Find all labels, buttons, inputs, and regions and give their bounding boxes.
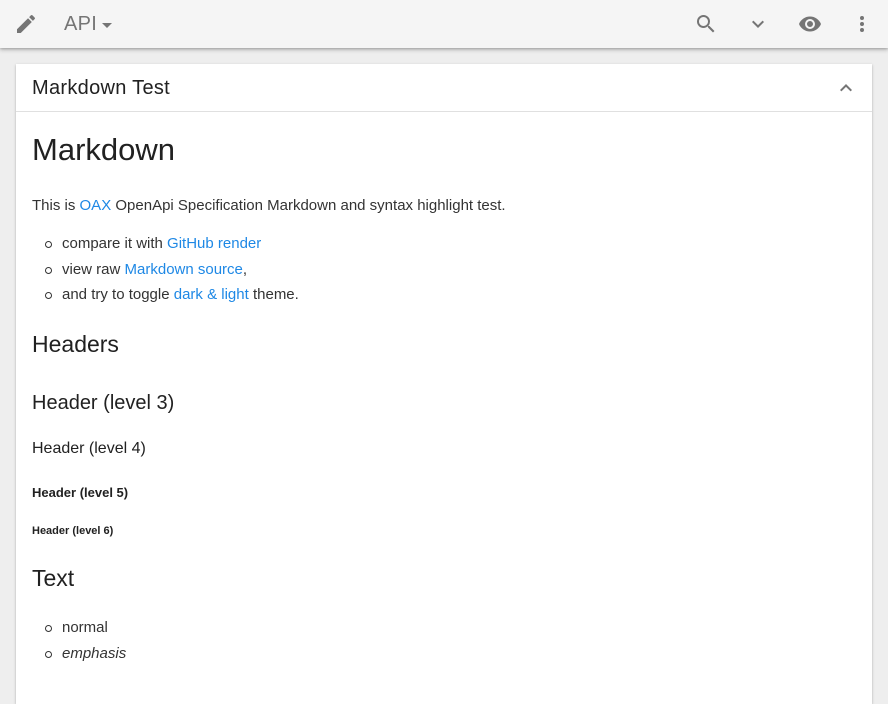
markdown-card: Markdown Test Markdown This is OAX OpenA…	[16, 64, 872, 704]
heading-text: Text	[32, 565, 75, 591]
heading-markdown: Markdown	[32, 132, 175, 167]
oax-link[interactable]: OAX	[80, 197, 112, 214]
collapse-button[interactable]	[834, 76, 858, 100]
more-options-button[interactable]	[846, 8, 878, 40]
list-item: normal	[32, 618, 126, 644]
api-label: API	[64, 12, 98, 35]
edit-button[interactable]	[10, 8, 42, 40]
bullet-icon	[45, 241, 52, 248]
list-item-prefix: view raw	[62, 260, 125, 278]
heading-level-5: Header (level 5)	[32, 485, 129, 500]
list-item-prefix: compare it with	[62, 235, 168, 252]
bullet-icon	[45, 625, 52, 632]
heading-level-3: Header (level 3)	[32, 392, 175, 414]
pencil-icon	[17, 14, 36, 34]
text-emphasis: emphasis	[62, 644, 127, 662]
api-selector[interactable]: API	[64, 10, 113, 38]
list-item: view raw Markdown source,	[32, 260, 299, 286]
list-item: compare it with GitHub render	[32, 234, 299, 260]
intro-paragraph: This is OAX OpenApi Specification Markdo…	[32, 197, 506, 214]
list-item: and try to toggle dark & light theme.	[32, 285, 299, 311]
theme-toggle-link[interactable]: dark & light	[174, 286, 249, 303]
card-header[interactable]: Markdown Test	[16, 64, 872, 112]
chevron-down-icon	[752, 20, 764, 28]
search-icon	[697, 15, 715, 33]
markdown-source-link[interactable]: Markdown source	[125, 261, 243, 278]
card-title: Markdown Test	[32, 77, 171, 99]
heading-level-6: Header (level 6)	[32, 525, 114, 537]
github-render-link[interactable]: GitHub render	[167, 235, 261, 252]
search-button[interactable]	[690, 8, 722, 40]
app-toolbar: API	[0, 0, 888, 48]
chevron-up-icon	[840, 84, 852, 92]
more-vert-icon	[860, 16, 864, 32]
intro-list: compare it with GitHub render view raw M…	[32, 234, 299, 311]
text-normal: normal	[62, 619, 108, 636]
list-item: emphasis	[32, 644, 126, 670]
heading-level-4: Header (level 4)	[32, 440, 146, 457]
expand-all-button[interactable]	[742, 8, 774, 40]
eye-icon	[799, 16, 821, 32]
bullet-icon	[45, 266, 52, 274]
text-list: normal emphasis	[32, 618, 126, 669]
bullet-icon	[45, 292, 52, 299]
list-item-prefix: and try to toggle	[62, 286, 174, 303]
preview-toggle-button[interactable]	[794, 8, 826, 40]
caret-down-icon	[102, 22, 113, 28]
heading-headers: Headers	[32, 331, 119, 357]
intro-prefix: This is	[32, 197, 80, 214]
list-item-suffix: ,	[242, 260, 248, 278]
list-item-suffix: theme.	[248, 286, 299, 303]
bullet-icon	[45, 650, 52, 658]
intro-suffix: OpenApi Specification Markdown and synta…	[111, 197, 506, 214]
